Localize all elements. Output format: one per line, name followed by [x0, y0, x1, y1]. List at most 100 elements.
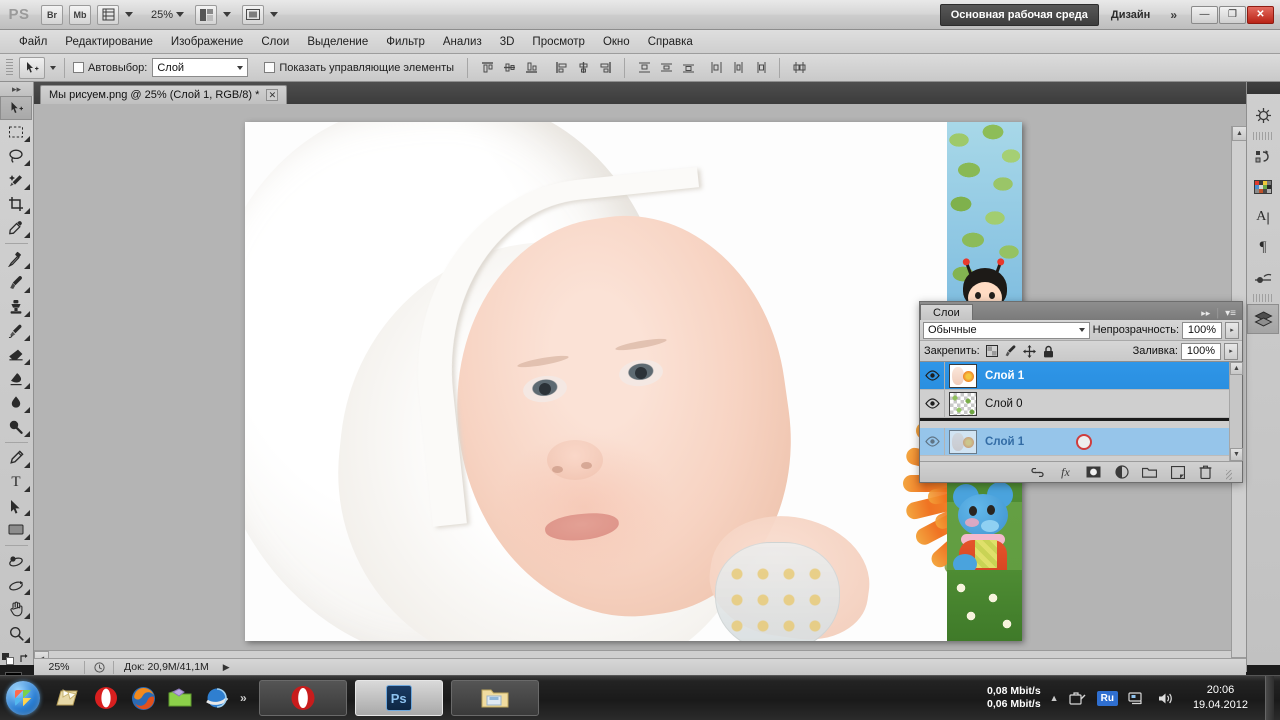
layers-scroll-down-button[interactable]: ▼	[1230, 448, 1243, 461]
new-fill-adjustment-layer-button[interactable]	[1114, 465, 1129, 480]
table-row[interactable]: Слой 0	[920, 390, 1242, 418]
show-desktop-button[interactable]	[1265, 675, 1274, 720]
scroll-up-button[interactable]: ▲	[1232, 126, 1247, 141]
adjustments-panel-icon[interactable]	[1247, 262, 1279, 292]
document-tab-close-icon[interactable]: ✕	[266, 89, 279, 101]
blend-mode-select[interactable]: Обычные	[923, 321, 1090, 339]
layer-name[interactable]: Слой 0	[985, 398, 1023, 410]
image-canvas[interactable]	[245, 122, 1022, 641]
lock-all-icon[interactable]	[1042, 344, 1056, 358]
table-row[interactable]: Слой 1	[920, 362, 1242, 390]
view-extras-button[interactable]	[97, 4, 119, 25]
start-orb[interactable]	[0, 678, 46, 718]
align-right-edges-button[interactable]	[595, 58, 615, 78]
volume-icon[interactable]	[1156, 688, 1176, 708]
autoselect-scope-caret-icon[interactable]	[237, 65, 244, 70]
history-brush-tool[interactable]	[0, 319, 32, 343]
horizontal-type-tool[interactable]: T	[0, 470, 32, 494]
blend-mode-caret-icon[interactable]	[1078, 328, 1085, 332]
internet-explorer-icon[interactable]	[202, 683, 232, 713]
tab-layers[interactable]: Слои	[920, 304, 973, 320]
taskbar-clock[interactable]: 20:06 19.04.2012	[1185, 683, 1256, 713]
restore-button[interactable]: ❐	[1219, 5, 1246, 24]
minimize-button[interactable]: —	[1191, 5, 1218, 24]
layers-scroll-up-button[interactable]: ▲	[1230, 362, 1243, 375]
auto-align-layers-button[interactable]	[789, 58, 809, 78]
default-colors-icon[interactable]	[2, 653, 15, 665]
layers-panel-icon[interactable]	[1247, 304, 1279, 334]
link-layers-button[interactable]	[1030, 465, 1045, 480]
lasso-tool[interactable]	[0, 144, 32, 168]
distribute-left-edges-button[interactable]	[706, 58, 726, 78]
menu-layers[interactable]: Слои	[252, 30, 298, 54]
history-panel-icon[interactable]	[1247, 142, 1279, 172]
menu-file[interactable]: Файл	[10, 30, 56, 54]
screen-mode-button[interactable]	[242, 4, 265, 25]
tray-overflow-icon[interactable]: ▲	[1050, 693, 1059, 703]
crop-tool[interactable]	[0, 192, 32, 216]
panel-menu-icon[interactable]: ▾≡	[1225, 308, 1236, 319]
lock-position-icon[interactable]	[1023, 344, 1037, 358]
3d-object-rotate-tool[interactable]	[0, 549, 32, 573]
workspace-design-button[interactable]: Дизайн	[1099, 9, 1162, 21]
swap-colors-icon[interactable]	[19, 653, 31, 665]
quick-launch-overflow-icon[interactable]: »	[232, 691, 255, 705]
move-tool-preset-caret-icon[interactable]	[50, 65, 56, 70]
color-swatches-panel-icon[interactable]	[1247, 172, 1279, 202]
rectangle-tool[interactable]	[0, 518, 32, 542]
layers-list[interactable]: Слой 1 Слой 0 Слой 1	[920, 362, 1242, 461]
green-folder-icon[interactable]	[165, 683, 195, 713]
layer-thumbnail[interactable]	[949, 391, 977, 416]
menu-filter[interactable]: Фильтр	[377, 30, 434, 54]
layer-mask-button[interactable]	[1086, 465, 1101, 480]
delete-layer-button[interactable]	[1198, 465, 1213, 480]
align-top-edges-button[interactable]	[477, 58, 497, 78]
spot-healing-brush-tool[interactable]	[0, 247, 32, 271]
layer-style-button[interactable]: fx	[1058, 465, 1073, 480]
lock-image-pixels-icon[interactable]	[1004, 344, 1018, 358]
show-transform-controls-checkbox[interactable]	[264, 62, 276, 73]
mini-bridge-button[interactable]: Mb	[69, 4, 91, 25]
menu-view[interactable]: Просмотр	[523, 30, 594, 54]
character-panel-icon[interactable]: A |	[1247, 202, 1279, 232]
taskbar-window-opera[interactable]	[258, 680, 347, 716]
network-icon[interactable]	[1127, 688, 1147, 708]
autoselect-scope-select[interactable]: Слой	[152, 58, 249, 77]
bridge-button[interactable]: Br	[41, 4, 63, 25]
align-bottom-edges-button[interactable]	[521, 58, 541, 78]
workspace-essentials-button[interactable]: Основная рабочая среда	[939, 3, 1099, 26]
panel-resize-grip[interactable]	[1226, 470, 1232, 480]
arrange-documents-caret-icon[interactable]	[223, 12, 232, 17]
opacity-slider-button[interactable]: ▸	[1225, 321, 1239, 339]
new-group-button[interactable]	[1142, 465, 1157, 480]
collapse-panel-icon[interactable]: ▸▸	[1201, 308, 1210, 319]
3d-camera-rotate-tool[interactable]	[0, 573, 32, 597]
align-left-edges-button[interactable]	[551, 58, 571, 78]
view-extras-caret-icon[interactable]	[125, 12, 133, 17]
paragraph-panel-icon[interactable]: ¶	[1247, 232, 1279, 262]
safely-remove-hardware-icon[interactable]	[1068, 688, 1088, 708]
menu-help[interactable]: Справка	[639, 30, 702, 54]
clone-stamp-tool[interactable]	[0, 295, 32, 319]
eyedropper-tool[interactable]	[0, 216, 32, 240]
align-vertical-centers-button[interactable]	[499, 58, 519, 78]
distribute-vertical-centers-button[interactable]	[656, 58, 676, 78]
move-tool-icon[interactable]	[19, 56, 45, 79]
arrange-documents-button[interactable]	[195, 4, 218, 25]
lock-transparent-pixels-icon[interactable]	[985, 344, 999, 358]
align-horizontal-centers-button[interactable]	[573, 58, 593, 78]
layers-panel[interactable]: Слои ▸▸ | ▾≡ Обычные Непрозрачность: 100…	[919, 301, 1243, 483]
fill-slider-button[interactable]: ▸	[1224, 342, 1238, 360]
menu-window[interactable]: Окно	[594, 30, 639, 54]
notepad-folder-icon[interactable]	[54, 683, 84, 713]
menu-analysis[interactable]: Анализ	[434, 30, 491, 54]
menu-edit[interactable]: Редактирование	[56, 30, 162, 54]
blur-tool[interactable]	[0, 391, 32, 415]
zoom-level-caret-icon[interactable]	[176, 12, 185, 17]
layer-name[interactable]: Слой 1	[985, 370, 1024, 382]
screen-mode-caret-icon[interactable]	[270, 12, 279, 17]
hand-tool[interactable]	[0, 597, 32, 621]
menu-select[interactable]: Выделение	[298, 30, 377, 54]
new-layer-button[interactable]	[1170, 465, 1185, 480]
dock-grip-2[interactable]	[1253, 294, 1274, 302]
